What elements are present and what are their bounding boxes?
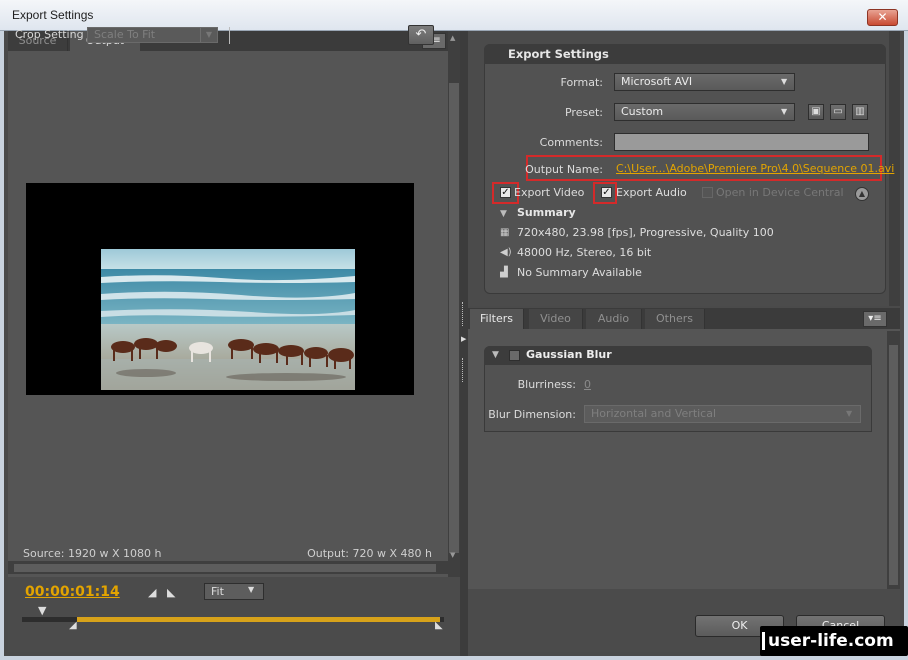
chevron-down-icon[interactable]: ▼ [781, 77, 787, 86]
tab-video[interactable]: Video [529, 309, 583, 329]
scroll-down-arrow-icon[interactable]: ▼ [450, 551, 455, 559]
export-video-checkbox[interactable]: ✓ [500, 187, 511, 198]
current-timecode[interactable]: 00:00:01:14 [25, 584, 120, 600]
film-icon: ▦ [500, 227, 510, 238]
blurriness-label: Blurriness: [517, 378, 576, 391]
format-dropdown[interactable]: Microsoft AVI [614, 73, 795, 91]
set-out-point-icon[interactable]: ◣ [167, 586, 175, 599]
save-preset-button[interactable]: ▣ [808, 104, 824, 120]
chevron-down-icon[interactable]: ▼ [781, 107, 787, 116]
work-area-bar[interactable] [77, 617, 440, 622]
close-window-button[interactable]: ✕ [867, 9, 898, 26]
playhead-icon[interactable]: ▼ [38, 604, 49, 617]
blur-dimension-dropdown[interactable]: Horizontal and Vertical [584, 405, 861, 423]
format-label: Format: [560, 76, 603, 89]
tab-others[interactable]: Others [645, 309, 705, 329]
zoom-dropdown[interactable]: Fit [204, 583, 264, 600]
device-central-checkbox [702, 187, 713, 198]
preview-scroll-thumb[interactable] [449, 83, 459, 553]
watermark-bar [762, 632, 765, 650]
set-in-point-icon[interactable]: ◢ [148, 586, 156, 599]
blurriness-value[interactable]: 0 [584, 378, 591, 391]
output-dimensions: Output: 720 w X 480 h [307, 547, 432, 560]
source-dimensions: Source: 1920 w X 1080 h [23, 547, 162, 560]
delete-preset-button[interactable]: ▥ [852, 104, 868, 120]
gaussian-blur-title: Gaussian Blur [526, 348, 612, 361]
toolbar-divider [229, 27, 230, 44]
output-name-link[interactable]: C:\User...\Adobe\Premiere Pro\4.0\Sequen… [616, 162, 894, 175]
export-video-label[interactable]: Export Video [514, 186, 584, 199]
scroll-up-arrow-icon[interactable]: ▲ [450, 34, 458, 42]
panel-menu-icon[interactable]: ▾≡ [863, 311, 887, 327]
chevron-down-icon[interactable]: ▼ [200, 28, 217, 42]
watermark: user-life.com [760, 626, 908, 656]
summary-other: No Summary Available [517, 266, 642, 279]
save-icon: ▣ [811, 106, 821, 117]
collapse-up-icon[interactable]: ▲ [855, 187, 869, 201]
crop-setting-dropdown[interactable]: Scale To Fit [87, 27, 218, 43]
summary-disclosure-icon[interactable]: ▼ [500, 209, 507, 219]
comments-input[interactable] [614, 133, 869, 151]
chevron-down-icon[interactable]: ▼ [248, 585, 254, 594]
filters-scroll-thumb[interactable] [889, 345, 898, 585]
export-audio-checkbox[interactable]: ✓ [601, 187, 612, 198]
blur-dimension-label: Blur Dimension: [488, 408, 576, 421]
speaker-icon: ◀) [500, 247, 512, 258]
import-preset-button[interactable]: ▭ [830, 104, 846, 120]
collapse-arrow-icon[interactable]: ▶ [461, 335, 466, 343]
gaussian-blur-checkbox[interactable] [509, 350, 520, 361]
trash-icon: ▥ [855, 106, 865, 117]
preset-label: Preset: [564, 106, 603, 119]
tab-audio[interactable]: Audio [586, 309, 642, 329]
beach-horses-image [101, 249, 355, 390]
window-title: Export Settings [12, 8, 94, 22]
gaussian-blur-disclosure-icon[interactable]: ▼ [492, 350, 499, 360]
work-area-start-handle-icon[interactable]: ◢ [69, 620, 77, 631]
export-settings-title: Export Settings [508, 47, 609, 61]
preview-hscroll-thumb[interactable] [14, 564, 436, 572]
undo-arrow-icon: ↶ [415, 27, 427, 42]
summary-audio: 48000 Hz, Stereo, 16 bit [517, 246, 652, 259]
crop-setting-label: Crop Setting [15, 28, 84, 41]
folder-icon: ▭ [833, 106, 843, 117]
video-preview-frame [101, 249, 355, 390]
preset-dropdown[interactable]: Custom [614, 103, 795, 121]
chevron-down-icon[interactable]: ▼ [846, 409, 852, 418]
summary-heading[interactable]: Summary [517, 206, 576, 219]
device-central-label: Open in Device Central [716, 186, 844, 199]
comments-label: Comments: [539, 136, 603, 149]
summary-video: 720x480, 23.98 [fps], Progressive, Quali… [517, 226, 774, 239]
divider-grip[interactable] [462, 302, 465, 326]
tab-filters[interactable]: Filters [470, 309, 524, 329]
undo-crop-button[interactable]: ↶ [408, 25, 434, 45]
export-audio-label[interactable]: Export Audio [616, 186, 687, 199]
work-area-end-handle-icon[interactable]: ◣ [435, 620, 443, 631]
output-name-label: Output Name: [525, 163, 603, 176]
bar-chart-icon: ▟ [500, 267, 508, 278]
panel-divider[interactable] [460, 31, 468, 656]
